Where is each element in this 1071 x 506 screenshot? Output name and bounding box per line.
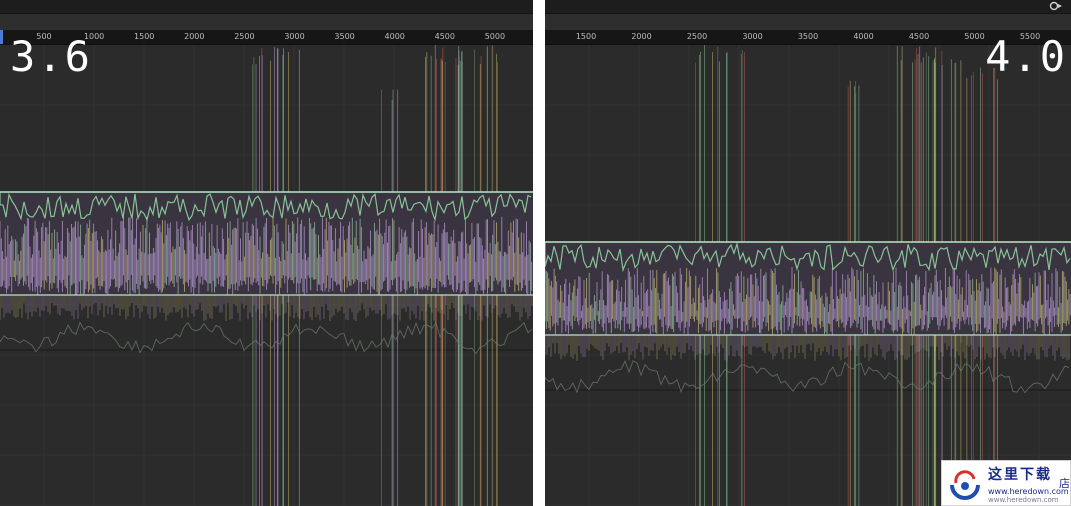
current-frame-marker[interactable] bbox=[0, 30, 3, 44]
ruler-tick-label: 3000 bbox=[284, 32, 305, 41]
watermark: 这里下载 www.heredown.com www.heredown.com 店 bbox=[941, 460, 1071, 506]
sub-header-bar bbox=[0, 14, 533, 30]
ruler-tick-label: 4000 bbox=[853, 32, 874, 41]
ruler-tick-label: 5000 bbox=[484, 32, 506, 41]
fcurve-area[interactable] bbox=[545, 45, 1071, 506]
ruler-tick-label: 3000 bbox=[742, 32, 763, 41]
ruler-tick-label: 2000 bbox=[631, 32, 652, 41]
version-label: 4.0 bbox=[985, 32, 1067, 81]
version-label: 3.6 bbox=[10, 32, 92, 81]
ruler-tick-label: 1500 bbox=[134, 32, 155, 41]
render-settings-icon[interactable] bbox=[1049, 0, 1063, 12]
ruler-tick-label: 5000 bbox=[964, 32, 985, 41]
ruler-tick-label: 4000 bbox=[384, 32, 405, 41]
watermark-url-faint: www.heredown.com bbox=[988, 496, 1059, 504]
graph-editor-left[interactable]: 500 1000 1500 2000 2500 3000 3500 4000 4500 5000 … bbox=[0, 0, 533, 506]
ruler-tick-label: 2500 bbox=[686, 32, 708, 41]
fcurve-canvas[interactable] bbox=[545, 45, 1071, 506]
header-bar bbox=[0, 0, 533, 14]
ruler-tick-label: 2000 bbox=[184, 32, 205, 41]
ruler-tick-label: 4500 bbox=[434, 32, 455, 41]
site-logo-icon bbox=[950, 470, 980, 500]
watermark-title: 这里下载 bbox=[988, 467, 1052, 483]
sub-header-bar bbox=[545, 14, 1071, 30]
ruler-tick-label: 1500 bbox=[575, 32, 597, 41]
watermark-url: www.heredown.com bbox=[988, 487, 1069, 496]
ruler-tick-label: 4500 bbox=[908, 32, 930, 41]
ruler-tick-label: 3500 bbox=[797, 32, 819, 41]
fcurve-area[interactable] bbox=[0, 45, 533, 506]
fcurve-canvas[interactable] bbox=[0, 45, 533, 506]
ruler-tick-label: 2500 bbox=[234, 32, 255, 41]
watermark-side-char: 店 bbox=[1059, 477, 1070, 490]
ruler-tick-label: 3500 bbox=[334, 32, 355, 41]
graph-editor-right[interactable]: 1500 2000 2500 3000 3500 4000 4500 5000 5500 4.0 bbox=[545, 0, 1071, 506]
panel-divider bbox=[533, 0, 545, 506]
header-bar bbox=[545, 0, 1071, 14]
